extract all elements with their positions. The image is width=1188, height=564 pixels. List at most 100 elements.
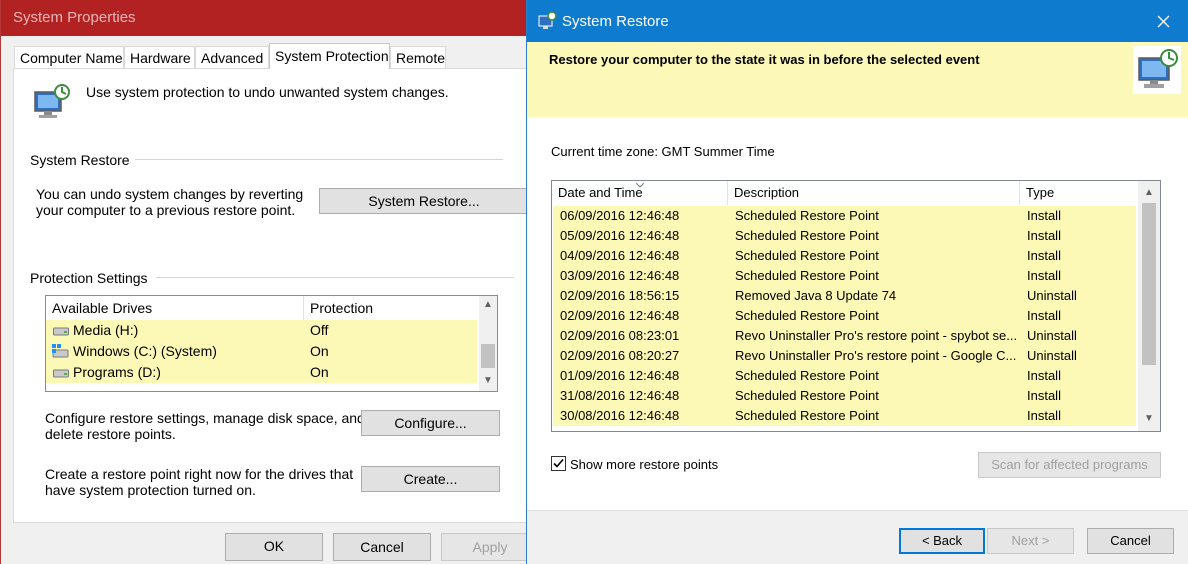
configure-text-line2: delete restore points. [45, 426, 176, 442]
restore-point-type: Uninstall [1027, 348, 1077, 363]
restore-point-type: Install [1027, 368, 1061, 383]
drive-row[interactable]: Programs (D:) On [46, 362, 477, 383]
protection-settings-heading: Protection Settings [30, 270, 148, 286]
drives-list[interactable]: Available Drives Protection Media (H:) O… [45, 295, 498, 392]
restore-point-date: 04/09/2016 12:46:48 [560, 248, 680, 263]
scan-affected-programs-button[interactable]: Scan for affected programs [978, 452, 1161, 478]
show-more-checkbox[interactable] [551, 456, 566, 471]
tab-remote[interactable]: Remote [390, 46, 446, 68]
restore-point-date: 02/09/2016 18:56:15 [560, 288, 680, 303]
tab-hardware[interactable]: Hardware [124, 46, 195, 68]
restore-point-description: Scheduled Restore Point [735, 308, 879, 323]
restore-body: Current time zone: GMT Summer Time Date … [527, 117, 1188, 510]
restore-footer: < Back Next > Cancel [527, 510, 1188, 564]
restore-point-row[interactable]: 06/09/2016 12:46:48 Scheduled Restore Poi… [553, 206, 1136, 226]
close-icon[interactable] [1157, 15, 1170, 28]
next-button[interactable]: Next > [987, 528, 1074, 554]
window-title: System Properties [13, 9, 136, 26]
system-restore-heading: System Restore [30, 152, 130, 168]
banner-heading: Restore your computer to the state it wa… [549, 52, 980, 67]
restore-point-description: Scheduled Restore Point [735, 408, 879, 423]
column-header-type[interactable]: Type [1020, 181, 1136, 205]
intro-text: Use system protection to undo unwanted s… [86, 84, 449, 100]
scroll-down-icon[interactable]: ▼ [479, 372, 497, 390]
restore-point-type: Install [1027, 408, 1061, 423]
drive-name: Windows (C:) (System) [73, 343, 217, 359]
scrollbar-thumb[interactable] [481, 344, 495, 368]
restore-point-row[interactable]: 02/09/2016 08:23:01 Revo Uninstaller Pro'… [553, 326, 1136, 346]
restore-point-date: 31/08/2016 12:46:48 [560, 388, 680, 403]
cancel-button[interactable]: Cancel [1087, 528, 1174, 554]
configure-text-line1: Configure restore settings, manage disk … [45, 410, 365, 426]
restore-points-list[interactable]: Date and Time Description Type 06/09/201… [551, 180, 1161, 432]
restore-point-date: 03/09/2016 12:46:48 [560, 268, 680, 283]
restore-point-type: Install [1027, 388, 1061, 403]
drive-name: Programs (D:) [73, 364, 161, 380]
column-header-protection[interactable]: Protection [304, 296, 474, 320]
tab-system-protection[interactable]: System Protection [269, 43, 390, 69]
section-divider [135, 159, 503, 160]
restore-point-description: Scheduled Restore Point [735, 368, 879, 383]
restore-point-description: Scheduled Restore Point [735, 208, 879, 223]
system-restore-button[interactable]: System Restore... [319, 188, 529, 214]
column-header-description[interactable]: Description [728, 181, 1019, 205]
restore-point-date: 02/09/2016 08:23:01 [560, 328, 680, 343]
system-restore-banner-icon [1133, 46, 1181, 94]
restore-point-row[interactable]: 02/09/2016 18:56:15 Removed Java 8 Update… [553, 286, 1136, 306]
restore-point-row[interactable]: 31/08/2016 12:46:48 Scheduled Restore Poi… [553, 386, 1136, 406]
scrollbar-thumb[interactable] [1142, 203, 1156, 365]
drive-protection-status: Off [310, 322, 329, 338]
restore-point-date: 02/09/2016 12:46:48 [560, 308, 680, 323]
system-restore-desc-line1: You can undo system changes by reverting [36, 186, 304, 202]
restore-point-row[interactable]: 02/09/2016 08:20:27 Revo Uninstaller Pro'… [553, 346, 1136, 366]
drive-row[interactable]: Media (H:) Off [46, 320, 477, 341]
cancel-button[interactable]: Cancel [333, 533, 431, 561]
restore-point-description: Revo Uninstaller Pro's restore point - G… [735, 348, 1017, 363]
restore-point-type: Uninstall [1027, 328, 1077, 343]
system-restore-titlebar[interactable]: System Restore [527, 0, 1188, 42]
system-restore-window: System Restore Restore your computer to … [526, 0, 1188, 564]
restore-point-row[interactable]: 02/09/2016 12:46:48 Scheduled Restore Poi… [553, 306, 1136, 326]
restore-point-type: Install [1027, 268, 1061, 283]
restore-point-type: Install [1027, 308, 1061, 323]
scroll-up-icon[interactable]: ▲ [1140, 184, 1158, 202]
restore-banner: Restore your computer to the state it wa… [527, 42, 1188, 117]
drives-scrollbar[interactable]: ▲ ▼ [479, 296, 497, 391]
restore-point-date: 02/09/2016 08:20:27 [560, 348, 680, 363]
drive-name: Media (H:) [73, 322, 139, 338]
create-text-line2: have system protection turned on. [45, 482, 256, 498]
drive-protection-status: On [310, 364, 329, 380]
system-properties-window: System Properties Computer Name Hardware… [0, 0, 539, 564]
configure-button[interactable]: Configure... [361, 410, 500, 436]
back-button[interactable]: < Back [899, 528, 985, 554]
create-button[interactable]: Create... [361, 466, 500, 492]
system-protection-icon [34, 84, 70, 118]
restore-point-row[interactable]: 04/09/2016 12:46:48 Scheduled Restore Poi… [553, 246, 1136, 266]
create-text-line1: Create a restore point right now for the… [45, 466, 354, 482]
drive-row[interactable]: Windows (C:) (System) On [46, 341, 477, 362]
restore-point-date: 30/08/2016 12:46:48 [560, 408, 680, 423]
tab-computer-name[interactable]: Computer Name [14, 46, 124, 68]
column-header-available-drives[interactable]: Available Drives [46, 296, 303, 320]
restore-point-description: Revo Uninstaller Pro's restore point - s… [735, 328, 1018, 343]
restore-point-description: Removed Java 8 Update 74 [735, 288, 897, 303]
tab-advanced[interactable]: Advanced [195, 46, 269, 68]
restore-point-row[interactable]: 03/09/2016 12:46:48 Scheduled Restore Poi… [553, 266, 1136, 286]
ok-button[interactable]: OK [225, 533, 323, 561]
restore-points-scrollbar[interactable]: ▲ ▼ [1138, 181, 1160, 431]
restore-point-description: Scheduled Restore Point [735, 228, 879, 243]
restore-point-description: Scheduled Restore Point [735, 388, 879, 403]
drive-icon [53, 369, 69, 378]
apply-button[interactable]: Apply [441, 533, 539, 561]
restore-point-row[interactable]: 30/08/2016 12:46:48 Scheduled Restore Poi… [553, 406, 1136, 426]
restore-point-row[interactable]: 01/09/2016 12:46:48 Scheduled Restore Poi… [553, 366, 1136, 386]
drive-protection-status: On [310, 343, 329, 359]
scroll-up-icon[interactable]: ▲ [479, 296, 497, 314]
system-restore-app-icon [538, 11, 557, 29]
section-divider [156, 277, 514, 278]
system-properties-titlebar[interactable]: System Properties [1, 0, 528, 36]
restore-point-row[interactable]: 05/09/2016 12:46:48 Scheduled Restore Poi… [553, 226, 1136, 246]
restore-point-date: 01/09/2016 12:46:48 [560, 368, 680, 383]
show-more-label[interactable]: Show more restore points [570, 457, 718, 472]
scroll-down-icon[interactable]: ▼ [1140, 410, 1158, 428]
